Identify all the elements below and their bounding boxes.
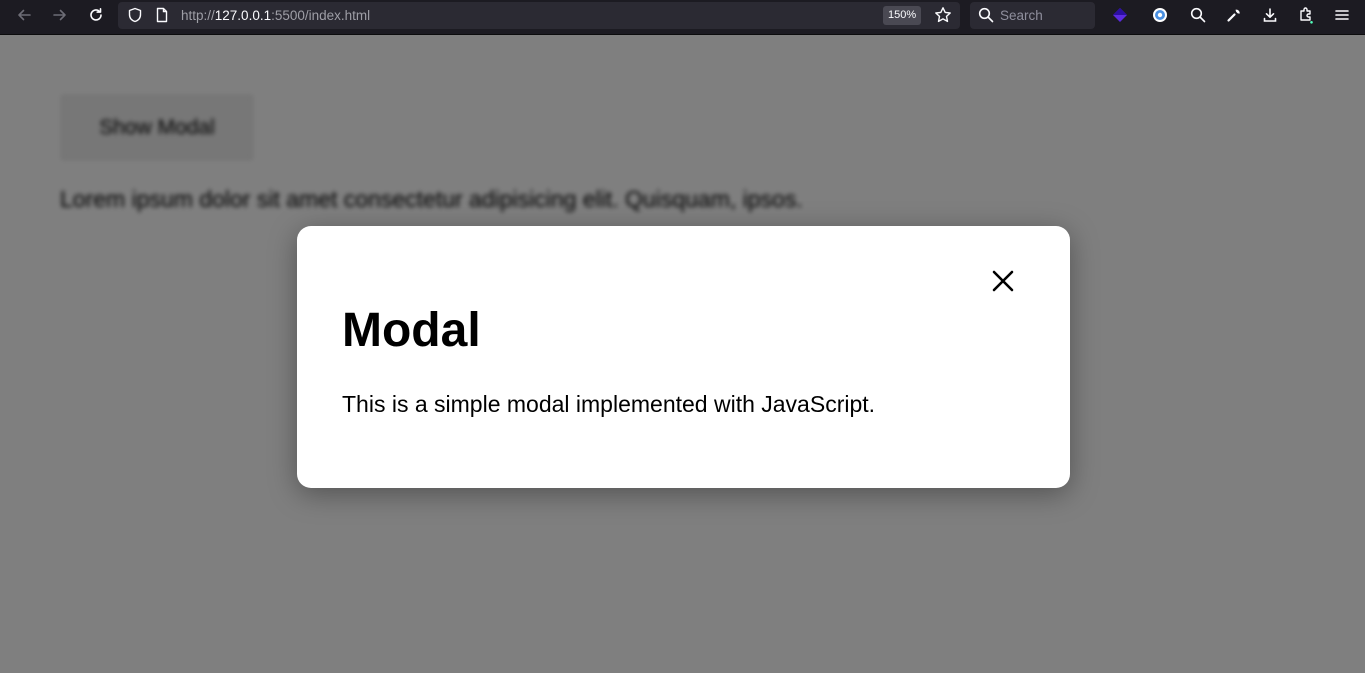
modal-body-text: This is a simple modal implemented with …: [342, 391, 876, 417]
shield-icon: [128, 7, 142, 23]
app-menu-button[interactable]: [1328, 4, 1356, 26]
extensions-icon: [1300, 7, 1313, 24]
tracking-protection-button[interactable]: [121, 4, 149, 26]
wrench-icon: [1227, 9, 1240, 22]
search-icon: [978, 7, 994, 23]
search-engine-button[interactable]: [972, 4, 1000, 26]
browser-toolbar: http://127.0.0.1:5500/index.html 150% Se…: [0, 0, 1365, 35]
bookmark-button[interactable]: [929, 4, 957, 26]
url-path: :5500/index.html: [271, 8, 371, 23]
bookmark-star-icon: [935, 7, 951, 23]
url-bar[interactable]: http://127.0.0.1:5500/index.html 150%: [118, 2, 960, 29]
back-icon: [18, 9, 31, 21]
modal-close-button[interactable]: [990, 268, 1016, 294]
close-icon: [992, 270, 1014, 292]
extensions-button[interactable]: [1292, 4, 1320, 26]
url-scheme: http://: [181, 8, 215, 23]
search-placeholder: Search: [1000, 8, 1043, 23]
extension-button-2[interactable]: [1146, 4, 1174, 26]
forward-button[interactable]: [46, 4, 74, 26]
magnifier-icon: [1190, 7, 1206, 23]
find-button[interactable]: [1184, 4, 1212, 26]
modal-title: Modal: [342, 304, 481, 357]
menu-icon: [1335, 10, 1349, 20]
url-text[interactable]: http://127.0.0.1:5500/index.html: [181, 8, 370, 23]
reload-button[interactable]: [82, 4, 110, 26]
url-host: 127.0.0.1: [214, 8, 272, 23]
dev-tools-button[interactable]: [1220, 4, 1248, 26]
forward-icon: [53, 9, 66, 21]
back-button[interactable]: [10, 4, 38, 26]
zoom-level-badge[interactable]: 150%: [883, 6, 922, 25]
modal-dialog: Modal This is a simple modal implemented…: [297, 226, 1070, 488]
extension-circle-icon: [1153, 8, 1167, 22]
page-icon: [156, 7, 168, 23]
downloads-button[interactable]: [1256, 4, 1284, 26]
extension-button-1[interactable]: [1106, 4, 1134, 26]
site-info-button[interactable]: [148, 4, 176, 26]
search-box[interactable]: Search: [970, 2, 1095, 29]
download-icon: [1263, 8, 1277, 22]
extension-diamond-icon: [1113, 8, 1127, 22]
reload-icon: [90, 8, 102, 21]
